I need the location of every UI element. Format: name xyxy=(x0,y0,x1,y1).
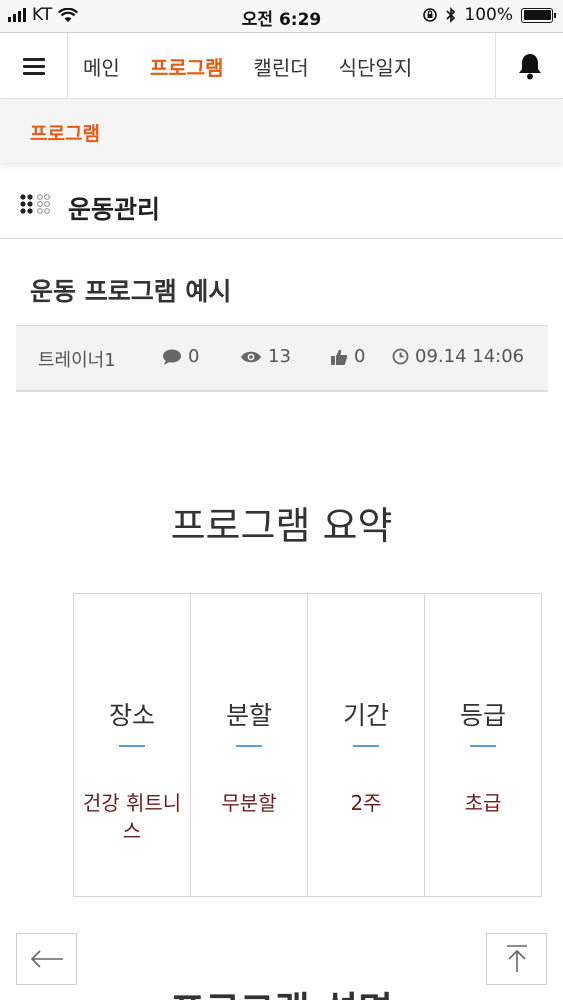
summary-label: 분할 xyxy=(225,701,272,730)
post-title: 운동 프로그램 예시 xyxy=(30,277,232,306)
summary-title: 프로그램 요약 xyxy=(170,504,393,548)
status-right: 100% xyxy=(422,5,556,25)
view-count: 13 xyxy=(268,346,291,367)
date-item: 09.14 14:06 xyxy=(392,346,524,367)
summary-divider xyxy=(470,745,496,747)
bluetooth-icon xyxy=(446,7,456,23)
summary-table: 장소 건강 휘트니스 분할 무분할 기간 2주 등급 초급 xyxy=(73,593,542,897)
nav-item-main[interactable]: 메인 xyxy=(68,52,135,81)
status-bar: KT 오전 6:29 100% xyxy=(0,0,563,32)
nav-item-calendar[interactable]: 캘린더 xyxy=(238,52,323,81)
board-title: 운동관리 xyxy=(68,195,161,224)
notification-button[interactable] xyxy=(495,33,563,99)
summary-value: 2주 xyxy=(350,791,382,815)
battery-percent: 100% xyxy=(464,5,513,25)
summary-value: 초급 xyxy=(464,791,502,815)
back-button[interactable] xyxy=(16,933,77,985)
breadcrumb-label: 프로그램 xyxy=(30,123,100,145)
summary-value: 무분할 xyxy=(221,791,277,815)
comment-icon xyxy=(163,349,181,365)
board-header: 운동관리 xyxy=(0,170,563,239)
summary-cell-location: 장소 건강 휘트니스 xyxy=(74,594,191,896)
nav-item-program[interactable]: 프로그램 xyxy=(135,52,239,81)
arrow-left-icon xyxy=(30,950,63,968)
summary-cell-split: 분할 무분할 xyxy=(191,594,308,896)
summary-cell-duration: 기간 2주 xyxy=(308,594,425,896)
summary-divider xyxy=(236,745,262,747)
scroll-top-button[interactable] xyxy=(486,933,547,985)
battery-icon xyxy=(521,7,556,23)
comment-count-item: 0 xyxy=(162,346,199,367)
clock-icon xyxy=(392,348,409,365)
orientation-lock-icon xyxy=(423,8,438,22)
bell-icon xyxy=(518,54,541,80)
breadcrumb: 프로그램 xyxy=(0,99,563,163)
board-dots-icon xyxy=(20,194,50,214)
like-count-item: 0 xyxy=(330,346,365,367)
summary-divider xyxy=(353,745,379,747)
battery-fill xyxy=(523,10,551,20)
summary-divider xyxy=(119,745,145,747)
nav-item-diet-log[interactable]: 식단일지 xyxy=(324,52,428,81)
like-count: 0 xyxy=(354,346,366,367)
author-item: 트레이너1 xyxy=(38,346,116,372)
summary-label: 등급 xyxy=(459,701,506,730)
top-nav: 메인 프로그램 캘린더 식단일지 xyxy=(0,32,563,99)
author-name[interactable]: 트레이너1 xyxy=(38,346,116,372)
hamburger-menu-icon xyxy=(22,54,45,79)
summary-value: 건강 휘트니스 xyxy=(82,791,182,843)
description-title: 프로그램 설명 xyxy=(0,980,563,1000)
summary-label: 기간 xyxy=(342,701,389,730)
post-meta: 트레이너1 0 13 0 09.14 14:06 xyxy=(16,325,548,392)
arrow-up-to-top-icon xyxy=(506,945,527,972)
thumbs-up-icon xyxy=(331,349,348,365)
post-datetime: 09.14 14:06 xyxy=(415,346,525,367)
menu-button[interactable] xyxy=(0,33,68,99)
comment-count: 0 xyxy=(188,346,200,367)
summary-cell-level: 등급 초급 xyxy=(425,594,541,896)
nav-menu: 메인 프로그램 캘린더 식단일지 xyxy=(68,33,427,99)
eye-icon xyxy=(241,351,261,362)
summary-label: 장소 xyxy=(108,701,155,730)
view-count-item: 13 xyxy=(240,346,291,367)
